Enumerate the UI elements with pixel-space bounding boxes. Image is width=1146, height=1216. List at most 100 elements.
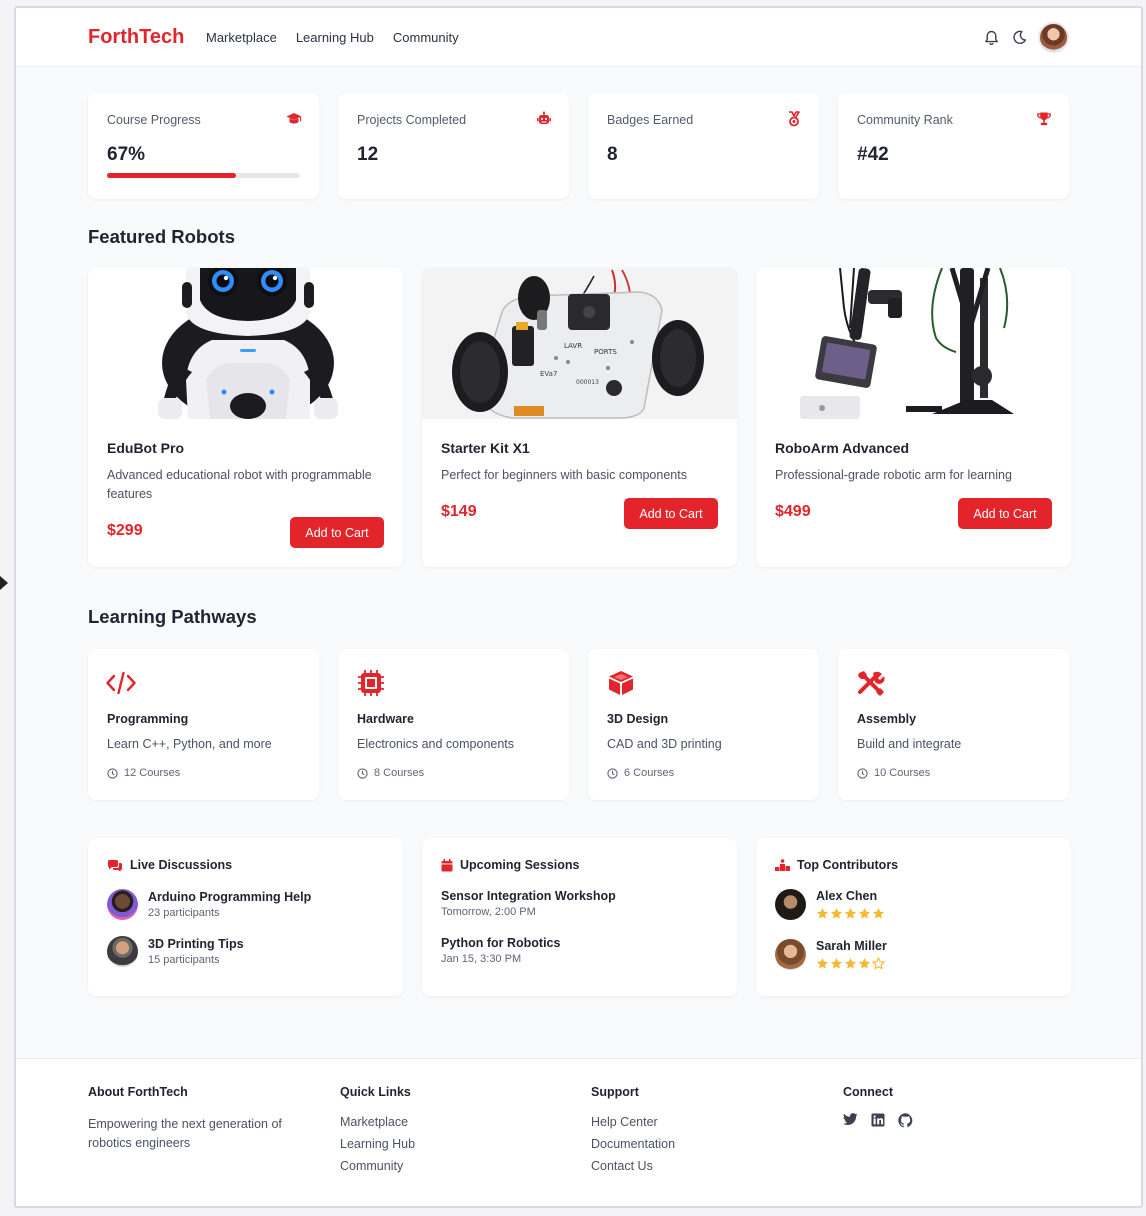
nav-learning-hub[interactable]: Learning Hub <box>296 30 374 45</box>
robot-card-edubot: EduBot Pro Advanced educational robot wi… <box>88 268 403 567</box>
clock-icon <box>357 767 368 779</box>
medal-icon <box>789 111 800 127</box>
edubot-image <box>88 268 403 419</box>
footer-link-learning-hub[interactable]: Learning Hub <box>340 1137 415 1151</box>
footer-link-contact-us[interactable]: Contact Us <box>591 1159 675 1173</box>
nav-community[interactable]: Community <box>393 30 459 45</box>
pathway-description: Learn C++, Python, and more <box>107 737 272 751</box>
footer-link-community[interactable]: Community <box>340 1159 415 1173</box>
footer-quick-links: Quick Links Marketplace Learning Hub Com… <box>340 1085 415 1181</box>
brand-logo[interactable]: ForthTech <box>88 26 184 49</box>
user-avatar[interactable] <box>1038 22 1069 53</box>
add-to-cart-button[interactable]: Add to Cart <box>958 498 1052 529</box>
live-discussions-widget: Live Discussions Arduino Programming Hel… <box>88 838 403 996</box>
footer-about-text: Empowering the next generation of roboti… <box>88 1117 282 1150</box>
top-navbar: ForthTech Marketplace Learning Hub Commu… <box>16 8 1141 67</box>
discussion-participants: 23 participants <box>148 907 220 919</box>
twitter-icon[interactable] <box>843 1113 858 1126</box>
pathway-course-count: 12 Courses <box>124 767 181 779</box>
star-filled-icon <box>858 958 871 969</box>
calendar-icon <box>441 858 453 871</box>
rating-stars <box>816 957 887 970</box>
stat-card-course-progress: Course Progress 67% <box>88 93 319 199</box>
bell-icon[interactable] <box>982 29 1000 47</box>
clock-icon <box>607 767 618 779</box>
robot-price: $299 <box>107 522 143 539</box>
robot-description: Professional-grade robotic arm for learn… <box>775 468 1012 482</box>
stat-value: 8 <box>607 144 618 165</box>
community-widgets: Live Discussions Arduino Programming Hel… <box>88 838 1071 996</box>
avatar <box>107 889 138 920</box>
roboarm-image <box>756 268 1071 419</box>
collapse-arrow-icon[interactable] <box>0 576 8 590</box>
learning-pathways-title: Learning Pathways <box>88 606 257 627</box>
discussion-item[interactable]: 3D Printing Tips 15 participants <box>107 936 244 967</box>
pathway-card-assembly[interactable]: Assembly Build and integrate 10 Courses <box>838 649 1069 800</box>
stat-value: 12 <box>357 144 379 165</box>
session-time: Jan 15, 3:30 PM <box>441 953 522 965</box>
robot-description: Advanced educational robot with programm… <box>107 468 372 501</box>
featured-robots-grid: EduBot Pro Advanced educational robot wi… <box>88 268 1071 567</box>
svg-text:000013: 000013 <box>576 379 599 386</box>
footer: About ForthTech Empowering the next gene… <box>16 1058 1141 1206</box>
learning-pathways-grid: Programming Learn C++, Python, and more … <box>88 649 1069 800</box>
footer-link-documentation[interactable]: Documentation <box>591 1137 675 1151</box>
session-item[interactable]: Python for Robotics Jan 15, 3:30 PM <box>441 936 560 965</box>
pathway-description: CAD and 3D printing <box>607 737 722 751</box>
rating-stars <box>816 907 885 920</box>
clock-icon <box>107 767 118 779</box>
robot-card-starter-kit: LAVR PORTS EVa7 000013 Starter Kit X1 Pe… <box>422 268 737 567</box>
robot-name: Starter Kit X1 <box>441 440 530 456</box>
svg-text:PORTS: PORTS <box>594 348 617 356</box>
pathway-meta: 8 Courses <box>357 767 424 779</box>
github-icon[interactable] <box>898 1113 913 1128</box>
moon-icon[interactable] <box>1010 29 1028 47</box>
comments-icon <box>108 859 122 872</box>
discussion-item[interactable]: Arduino Programming Help 23 participants <box>107 889 311 920</box>
pathway-course-count: 6 Courses <box>624 767 675 779</box>
svg-text:LAVR: LAVR <box>564 342 582 350</box>
robot-card-roboarm: RoboArm Advanced Professional-grade robo… <box>756 268 1071 567</box>
session-item[interactable]: Sensor Integration Workshop Tomorrow, 2:… <box>441 889 616 918</box>
avatar <box>775 889 806 920</box>
pathway-description: Build and integrate <box>857 737 962 751</box>
pathway-card-3d-design[interactable]: 3D Design CAD and 3D printing 6 Courses <box>588 649 819 800</box>
pathway-course-count: 10 Courses <box>874 767 931 779</box>
pathway-card-hardware[interactable]: Hardware Electronics and components 8 Co… <box>338 649 569 800</box>
social-links <box>843 1113 913 1128</box>
footer-link-marketplace[interactable]: Marketplace <box>340 1115 415 1129</box>
stat-label: Community Rank <box>857 113 953 127</box>
star-filled-icon <box>816 958 829 969</box>
pathway-title: Programming <box>107 712 189 726</box>
stat-value: 67% <box>107 144 146 165</box>
session-title: Sensor Integration Workshop <box>441 889 616 903</box>
pathway-meta: 10 Courses <box>857 767 930 779</box>
pathway-meta: 6 Courses <box>607 767 674 779</box>
discussion-title: 3D Printing Tips <box>148 937 244 951</box>
footer-connect: Connect <box>843 1085 913 1128</box>
contributor-item[interactable]: Sarah Miller <box>775 939 887 970</box>
stats-row: Course Progress 67% Projects Completed 1… <box>88 93 1069 199</box>
star-filled-icon <box>858 908 871 919</box>
footer-link-help-center[interactable]: Help Center <box>591 1115 675 1129</box>
widget-title: Top Contributors <box>775 858 898 872</box>
contributor-name: Sarah Miller <box>816 939 887 953</box>
linkedin-icon[interactable] <box>871 1113 885 1127</box>
cube-icon <box>609 671 633 695</box>
graduation-cap-icon <box>286 113 302 124</box>
nav-marketplace[interactable]: Marketplace <box>206 30 277 45</box>
tools-icon <box>858 671 885 696</box>
add-to-cart-button[interactable]: Add to Cart <box>290 517 384 548</box>
robot-name: RoboArm Advanced <box>775 440 910 456</box>
course-progress-fill <box>107 173 237 178</box>
main-nav: Marketplace Learning Hub Community <box>206 30 459 45</box>
top-contributors-widget: Top Contributors Alex Chen Sarah Miller <box>756 838 1071 996</box>
pathway-card-programming[interactable]: Programming Learn C++, Python, and more … <box>88 649 319 800</box>
robot-price: $499 <box>775 503 811 520</box>
contributor-item[interactable]: Alex Chen <box>775 889 885 920</box>
microchip-icon <box>358 670 384 696</box>
stat-card-badges: Badges Earned 8 <box>588 93 819 199</box>
pathway-description: Electronics and components <box>357 737 515 751</box>
add-to-cart-button[interactable]: Add to Cart <box>624 498 718 529</box>
contributor-name: Alex Chen <box>816 889 878 903</box>
